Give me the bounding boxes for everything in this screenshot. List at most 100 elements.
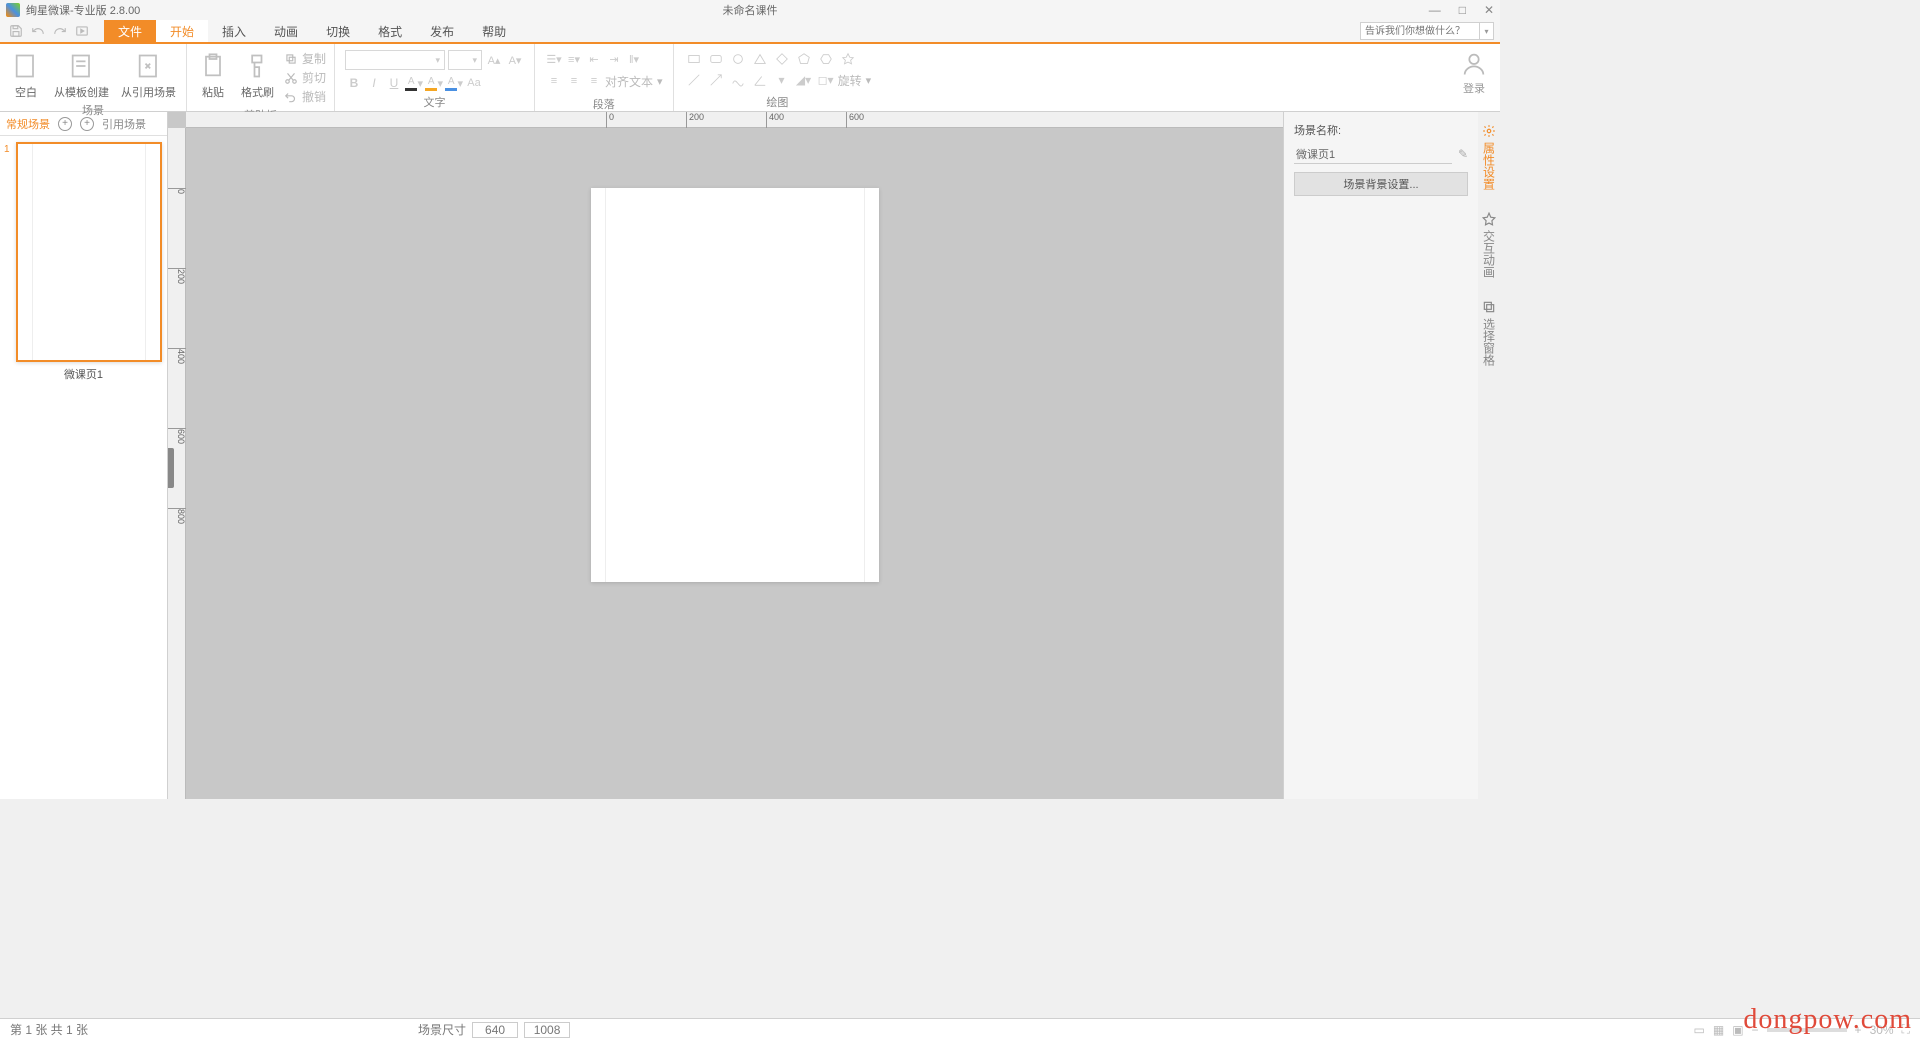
align-left-icon[interactable]: ≡ [545, 72, 563, 90]
from-template-button[interactable]: 从模板创建 [48, 48, 115, 102]
sidetab-selection[interactable]: 选择窗格 [1481, 296, 1498, 370]
minimize-button[interactable]: — [1429, 3, 1441, 17]
align-text-button[interactable]: 对齐文本▾ [605, 72, 663, 90]
shape-circle-icon[interactable] [728, 50, 748, 68]
properties-panel: 场景名称: ✎ 场景背景设置... [1283, 112, 1478, 799]
slide-number: 1 [4, 144, 10, 155]
shape-triangle-icon[interactable] [750, 50, 770, 68]
close-button[interactable]: ✕ [1484, 3, 1494, 17]
zoom-level: 30% [1870, 1023, 1894, 1037]
ruler-handle[interactable] [168, 448, 174, 488]
tab-transition[interactable]: 切换 [312, 20, 364, 43]
bold-icon[interactable]: B [345, 74, 363, 92]
align-center-icon[interactable]: ≡ [565, 72, 583, 90]
angle-icon[interactable] [750, 71, 770, 89]
status-bar: 第 1 张 共 1 张 场景尺寸 640 1008 ▭ ▦ ▣ − + 30% … [0, 1018, 1920, 1040]
canvas-area: 0 200 400 600 0 200 400 600 800 [168, 112, 1283, 799]
shape-hexagon-icon[interactable] [816, 50, 836, 68]
shape-diamond-icon[interactable] [772, 50, 792, 68]
arrow-icon[interactable] [706, 71, 726, 89]
copy-button[interactable]: 复制 [284, 50, 326, 67]
tab-file[interactable]: 文件 [104, 20, 156, 43]
tab-format[interactable]: 格式 [364, 20, 416, 43]
edit-name-icon[interactable]: ✎ [1458, 147, 1468, 161]
fill-icon[interactable]: ◢▾ [794, 71, 814, 89]
page-canvas[interactable] [591, 188, 879, 582]
tab-start[interactable]: 开始 [156, 20, 208, 43]
layers-icon [1482, 300, 1496, 314]
increase-font-icon[interactable]: A▴ [485, 51, 503, 69]
slide-thumbnail[interactable]: 1 微课页1 [6, 142, 161, 382]
font-name-select[interactable]: ▾ [345, 50, 445, 70]
font-color-icon[interactable]: A▾ [405, 74, 423, 92]
text-effect-icon[interactable]: A▾ [445, 74, 463, 92]
decrease-indent-icon[interactable]: ⇥ [605, 50, 623, 68]
thumbnail-label: 微课页1 [6, 366, 161, 382]
scene-name-input[interactable] [1294, 144, 1452, 164]
ribbon-group-clipboard: 粘贴 格式刷 复制 剪切 撤销 剪贴板 [187, 44, 335, 111]
blank-scene-button[interactable]: 空白 [4, 48, 48, 102]
page-counter: 第 1 张 共 1 张 [10, 1021, 88, 1038]
maximize-button[interactable]: □ [1459, 3, 1466, 17]
redo-icon[interactable] [50, 22, 70, 40]
ribbon-group-draw: ▾ ◢▾ ◻▾ 旋转▾ 绘图 [674, 44, 882, 111]
height-field[interactable]: 1008 [524, 1022, 570, 1038]
vertical-ruler: 0 200 400 600 800 [168, 128, 186, 799]
preview-icon[interactable] [72, 22, 92, 40]
shape-pentagon-icon[interactable] [794, 50, 814, 68]
zoom-in-icon[interactable]: + [1855, 1023, 1862, 1037]
shape-rect-icon[interactable] [684, 50, 704, 68]
shape-roundrect-icon[interactable] [706, 50, 726, 68]
rotate-button[interactable]: 旋转▾ [838, 71, 872, 89]
cut-button[interactable]: 剪切 [284, 69, 326, 86]
tab-help[interactable]: 帮助 [468, 20, 520, 43]
curve-icon[interactable] [728, 71, 748, 89]
increase-indent-icon[interactable]: ⇤ [585, 50, 603, 68]
tab-insert[interactable]: 插入 [208, 20, 260, 43]
login-button[interactable]: 登录 [1460, 50, 1488, 96]
tab-publish[interactable]: 发布 [416, 20, 468, 43]
outline-icon[interactable]: ◻▾ [816, 71, 836, 89]
sidetab-animation[interactable]: 交互动画 [1481, 208, 1498, 282]
paste-button[interactable]: 粘贴 [191, 48, 235, 102]
underline-icon[interactable]: U [385, 74, 403, 92]
view-sorter-icon[interactable]: ▦ [1713, 1023, 1724, 1037]
help-input[interactable] [1360, 22, 1480, 40]
tab-animation[interactable]: 动画 [260, 20, 312, 43]
undo-icon[interactable] [28, 22, 48, 40]
line-icon[interactable] [684, 71, 704, 89]
align-right-icon[interactable]: ≡ [585, 72, 603, 90]
highlight-color-icon[interactable]: A▾ [425, 74, 443, 92]
ribbon-group-paragraph: ☰▾ ≡▾ ⇤ ⇥ ‖▾ ≡ ≡ ≡ 对齐文本▾ 段落 [535, 44, 674, 111]
scene-name-label: 场景名称: [1294, 122, 1468, 138]
italic-icon[interactable]: I [365, 74, 383, 92]
number-list-icon[interactable]: ≡▾ [565, 50, 583, 68]
format-painter-button[interactable]: 格式刷 [235, 48, 280, 102]
help-search: ▾ [1360, 22, 1494, 40]
view-normal-icon[interactable]: ▭ [1694, 1023, 1705, 1037]
fit-window-icon[interactable]: ⛶ [1902, 1022, 1910, 1037]
canvas[interactable] [186, 128, 1283, 799]
decrease-font-icon[interactable]: A▾ [506, 51, 524, 69]
group-label-scene: 场景 [4, 102, 182, 120]
line-spacing-icon[interactable]: ‖▾ [625, 50, 643, 68]
zoom-out-icon[interactable]: − [1752, 1023, 1759, 1037]
title-bar: 绚星微课-专业版 2.8.00 未命名课件 — □ ✕ [0, 0, 1500, 20]
save-icon[interactable] [6, 22, 26, 40]
view-reading-icon[interactable]: ▣ [1732, 1023, 1743, 1037]
bullet-list-icon[interactable]: ☰▾ [545, 50, 563, 68]
ribbon-group-scene: 空白 从模板创建 从引用场景 场景 [0, 44, 187, 111]
width-field[interactable]: 640 [472, 1022, 518, 1038]
freeform-icon[interactable]: ▾ [772, 71, 792, 89]
undo-button[interactable]: 撤销 [284, 88, 326, 105]
menu-tabs: 文件 开始 插入 动画 切换 格式 发布 帮助 [104, 20, 520, 43]
group-label-text: 文字 [339, 94, 530, 112]
shape-star-icon[interactable] [838, 50, 858, 68]
help-dropdown-icon[interactable]: ▾ [1480, 22, 1494, 40]
sidetab-properties[interactable]: 属性设置 [1481, 120, 1498, 194]
clear-format-icon[interactable]: Aa [465, 74, 483, 92]
zoom-slider[interactable] [1767, 1028, 1847, 1032]
font-size-select[interactable]: ▾ [448, 50, 482, 70]
scene-background-button[interactable]: 场景背景设置... [1294, 172, 1468, 196]
from-reference-button[interactable]: 从引用场景 [115, 48, 182, 102]
